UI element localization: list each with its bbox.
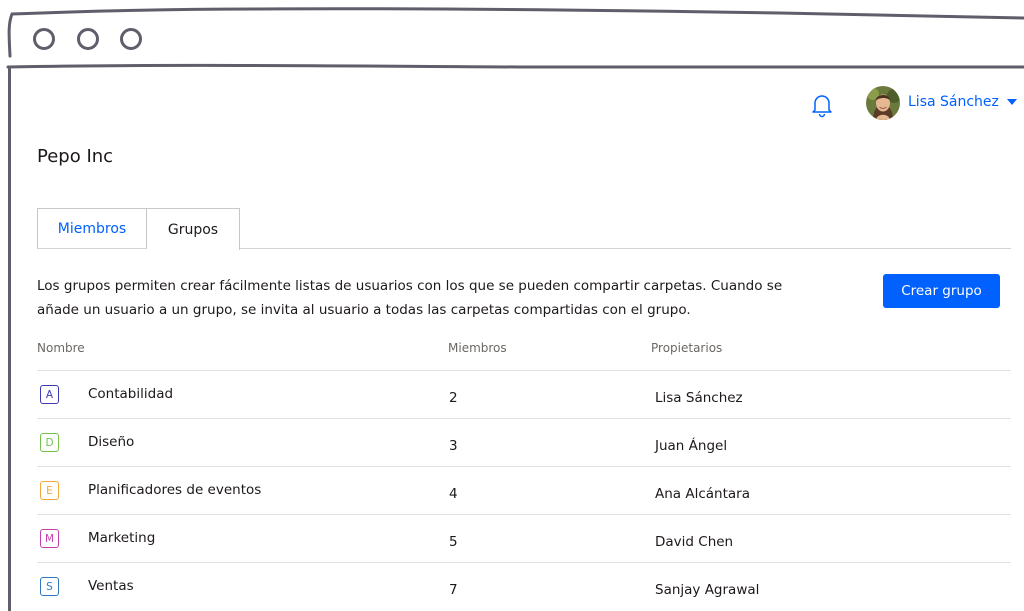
table-row[interactable]: A Contabilidad 2 Lisa Sánchez <box>37 370 1011 419</box>
group-name[interactable]: Planificadores de eventos <box>88 482 261 498</box>
group-initial-badge: E <box>40 481 59 500</box>
bell-icon[interactable] <box>810 92 834 118</box>
user-menu[interactable]: Lisa Sánchez <box>908 94 1017 110</box>
group-initial-badge: M <box>40 529 59 548</box>
group-member-count: 5 <box>449 534 458 550</box>
group-member-count: 4 <box>449 486 458 502</box>
group-initial-badge: A <box>40 385 59 404</box>
page-title: Pepo Inc <box>37 146 114 167</box>
create-group-button[interactable]: Crear grupo <box>883 274 1000 308</box>
column-header-name[interactable]: Nombre <box>37 341 85 355</box>
window-minimize-control[interactable] <box>77 28 99 50</box>
column-header-members[interactable]: Miembros <box>448 341 507 355</box>
user-avatar[interactable] <box>866 86 900 120</box>
table-row[interactable]: E Planificadores de eventos 4 Ana Alcánt… <box>37 466 1011 515</box>
caret-down-icon <box>1006 99 1017 105</box>
group-initial-badge: S <box>40 577 59 596</box>
user-name: Lisa Sánchez <box>908 94 999 110</box>
group-name[interactable]: Ventas <box>88 578 134 594</box>
group-name[interactable]: Contabilidad <box>88 386 173 402</box>
group-owner: Lisa Sánchez <box>655 390 743 406</box>
table-row[interactable]: D Diseño 3 Juan Ángel <box>37 418 1011 467</box>
window-maximize-control[interactable] <box>120 28 142 50</box>
app-window: Lisa Sánchez Pepo Inc Miembros Grupos Lo… <box>8 68 1024 611</box>
group-owner: Sanjay Agrawal <box>655 582 760 598</box>
group-owner: Juan Ángel <box>655 438 728 454</box>
group-member-count: 7 <box>449 582 458 598</box>
group-name[interactable]: Marketing <box>88 530 155 546</box>
window-close-control[interactable] <box>33 28 55 50</box>
groups-description: Los grupos permiten crear fácilmente lis… <box>37 278 783 318</box>
group-owner: Ana Alcántara <box>655 486 750 502</box>
tab-groups[interactable]: Grupos <box>147 208 240 250</box>
tab-members[interactable]: Miembros <box>37 208 147 249</box>
table-row[interactable]: S Ventas 7 Sanjay Agrawal <box>37 562 1011 611</box>
group-name[interactable]: Diseño <box>88 434 134 450</box>
group-initial-badge: D <box>40 433 59 452</box>
table-row[interactable]: M Marketing 5 David Chen <box>37 514 1011 563</box>
column-header-owners[interactable]: Propietarios <box>651 341 722 355</box>
group-member-count: 3 <box>449 438 458 454</box>
window-titlebar <box>8 0 1024 66</box>
group-member-count: 2 <box>449 390 458 406</box>
group-owner: David Chen <box>655 534 734 550</box>
